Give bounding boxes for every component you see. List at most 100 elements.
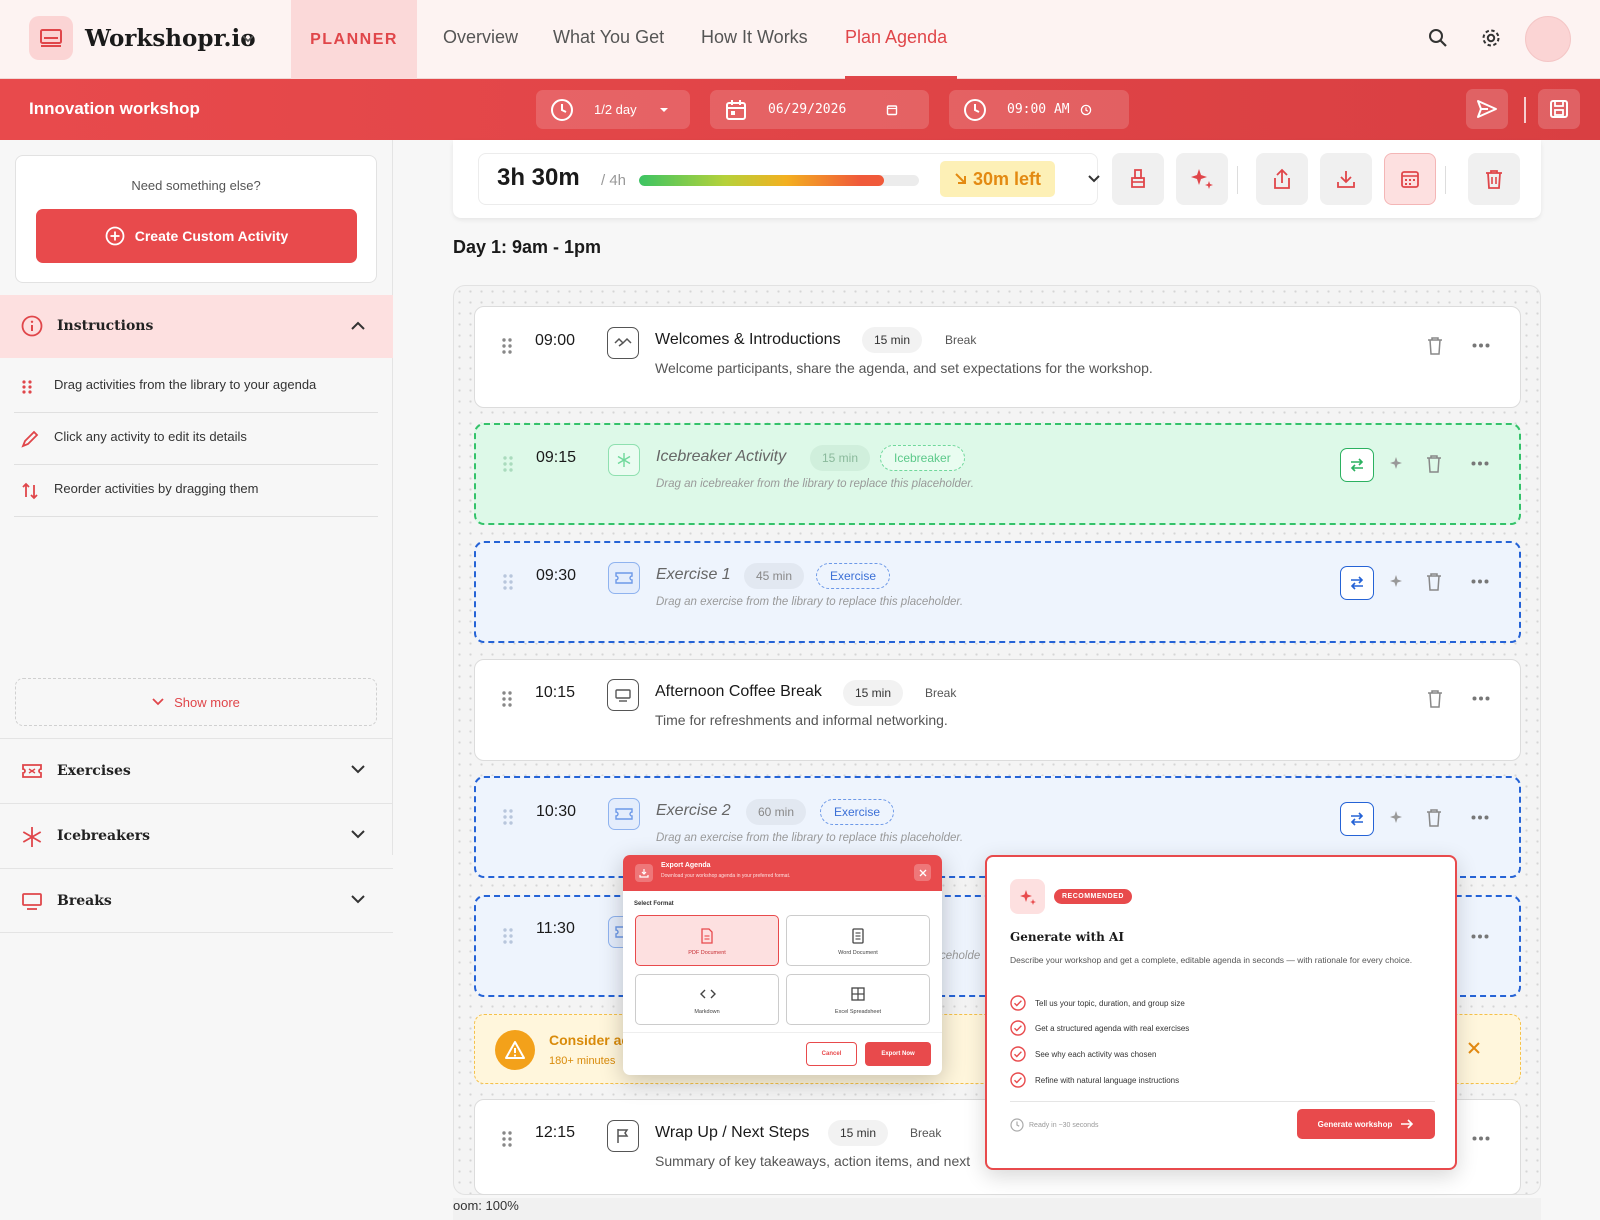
format-pdf[interactable]: PDF Document xyxy=(635,915,779,966)
item-type-badge: Icebreaker xyxy=(880,445,965,471)
drag-handle-icon[interactable] xyxy=(502,927,514,945)
trash-icon[interactable] xyxy=(1427,690,1443,708)
more-options-icon[interactable] xyxy=(1471,579,1489,584)
download-button[interactable] xyxy=(1320,153,1372,205)
chevron-down-icon[interactable] xyxy=(1087,174,1101,184)
drag-handle-icon[interactable] xyxy=(502,573,514,591)
more-options-icon[interactable] xyxy=(1472,696,1490,701)
sparkle-icon[interactable] xyxy=(1390,575,1402,587)
generate-workshop-button[interactable]: Generate workshop xyxy=(1297,1109,1435,1139)
activity-library-sidebar: Need something else? Create Custom Activ… xyxy=(0,140,393,933)
format-markdown[interactable]: Markdown xyxy=(635,974,779,1025)
time-value: 09:00 AM xyxy=(1007,102,1070,117)
ai-feature-item: See why each activity was chosen xyxy=(1010,1046,1156,1062)
modal-divider xyxy=(623,1032,942,1033)
create-custom-activity-button[interactable]: Create Custom Activity xyxy=(36,209,357,263)
ai-generate-button[interactable] xyxy=(1176,153,1228,205)
save-button[interactable] xyxy=(1538,89,1580,129)
share-button[interactable] xyxy=(1256,153,1308,205)
avatar[interactable] xyxy=(1525,16,1571,62)
trash-icon[interactable] xyxy=(1426,455,1442,473)
send-button[interactable] xyxy=(1466,89,1508,129)
gear-icon[interactable] xyxy=(1480,27,1502,49)
trash-icon xyxy=(1486,170,1502,189)
sparkles-icon xyxy=(1010,879,1045,914)
drag-handle-icon[interactable] xyxy=(502,455,514,473)
nav-how-it-works[interactable]: How It Works xyxy=(701,27,808,48)
handshake-icon xyxy=(607,327,639,359)
length-select[interactable]: 1/2 day xyxy=(536,90,690,129)
instruction-item: Reorder activities by dragging them xyxy=(14,464,378,517)
trash-icon[interactable] xyxy=(1426,809,1442,827)
search-icon[interactable] xyxy=(1427,27,1449,49)
ticket-icon xyxy=(608,798,640,830)
arrow-down-right-icon xyxy=(954,172,968,186)
ai-feature-text: Get a structured agenda with real exerci… xyxy=(1035,1023,1190,1033)
modal-title: Export Agenda xyxy=(661,862,711,869)
swap-button[interactable] xyxy=(1340,802,1374,836)
instructions-header[interactable]: Instructions xyxy=(0,295,393,358)
toolbar-divider xyxy=(1237,166,1238,194)
nav-what-you-get[interactable]: What You Get xyxy=(553,27,664,48)
more-options-icon[interactable] xyxy=(1471,461,1489,466)
logo-icon[interactable] xyxy=(29,16,73,60)
agenda-item-placeholder[interactable]: 09:15 Icebreaker Activity 15 min Icebrea… xyxy=(474,423,1521,525)
drag-handle-icon[interactable] xyxy=(501,1130,513,1148)
agenda-item[interactable]: 09:00 Welcomes & Introductions 15 min Br… xyxy=(474,306,1521,408)
nav-plan-agenda[interactable]: Plan Agenda xyxy=(845,27,947,48)
agenda-item-placeholder[interactable]: 09:30 Exercise 1 45 min Exercise Drag an… xyxy=(474,541,1521,643)
close-icon[interactable] xyxy=(1467,1041,1481,1055)
drag-handle-icon[interactable] xyxy=(502,808,514,826)
item-type: Break xyxy=(925,686,957,700)
swap-button[interactable] xyxy=(1340,566,1374,600)
brand-name[interactable]: Workshopr.io xyxy=(85,25,256,52)
chevron-up-icon xyxy=(350,320,366,332)
section-icebreakers[interactable]: Icebreakers xyxy=(0,803,393,868)
tab-planner[interactable]: PLANNER xyxy=(291,0,417,79)
drag-handle-icon[interactable] xyxy=(501,690,513,708)
format-word[interactable]: Word Document xyxy=(786,915,930,966)
workshop-toolbar: Innovation workshop 1/2 day 06/29/2026 0… xyxy=(0,79,1600,140)
used-duration: 3h 30m xyxy=(497,164,580,191)
item-description: Drag an icebreaker from the library to r… xyxy=(656,478,974,490)
generate-with-ai-panel: RECOMMENDED Generate with AI Describe yo… xyxy=(985,855,1457,1170)
ready-estimate: Ready in ~30 seconds xyxy=(1010,1118,1098,1132)
more-options-icon[interactable] xyxy=(1472,343,1490,348)
close-button[interactable] xyxy=(914,864,931,881)
format-label: Word Document xyxy=(838,950,878,956)
sparkle-icon[interactable] xyxy=(1390,811,1402,823)
sparkle-icon[interactable] xyxy=(1390,457,1402,469)
format-excel[interactable]: Excel Spreadsheet xyxy=(786,974,930,1025)
more-options-icon[interactable] xyxy=(1472,1136,1490,1141)
show-more-button[interactable]: Show more xyxy=(15,678,377,726)
date-field[interactable]: 06/29/2026 xyxy=(710,90,929,129)
section-breaks[interactable]: Breaks xyxy=(0,868,393,933)
time-left-badge: 30m left xyxy=(940,161,1056,197)
item-title: Icebreaker Activity xyxy=(656,448,787,465)
calendar-view-button[interactable] xyxy=(1384,153,1436,205)
agenda-item[interactable]: 10:15 Afternoon Coffee Break 15 min Brea… xyxy=(474,659,1521,761)
instruction-item: Click any activity to edit its details xyxy=(14,412,378,465)
length-value: 1/2 day xyxy=(594,102,637,117)
delete-agenda-button[interactable] xyxy=(1468,153,1520,205)
workshop-title[interactable]: Innovation workshop xyxy=(29,99,200,119)
time-field[interactable]: 09:00 AM xyxy=(949,90,1129,129)
clear-button[interactable] xyxy=(1112,153,1164,205)
format-label: Markdown xyxy=(694,1009,720,1015)
format-label: PDF Document xyxy=(688,950,726,956)
trash-icon[interactable] xyxy=(1426,573,1442,591)
nav-overview[interactable]: Overview xyxy=(443,27,518,48)
arrow-right-icon xyxy=(1400,1118,1414,1130)
chevron-down-icon[interactable] xyxy=(240,30,256,46)
item-time: 11:30 xyxy=(536,920,575,937)
ai-feature-item: Refine with natural language instruction… xyxy=(1010,1072,1179,1088)
more-options-icon[interactable] xyxy=(1471,934,1489,939)
export-now-button[interactable]: Export Now xyxy=(865,1042,931,1066)
item-description: Time for refreshments and informal netwo… xyxy=(655,712,948,728)
trash-icon[interactable] xyxy=(1427,337,1443,355)
more-options-icon[interactable] xyxy=(1471,815,1489,820)
section-exercises[interactable]: Exercises xyxy=(0,738,393,803)
drag-handle-icon[interactable] xyxy=(501,337,513,355)
swap-button[interactable] xyxy=(1340,448,1374,482)
cancel-button[interactable]: Cancel xyxy=(806,1042,857,1066)
